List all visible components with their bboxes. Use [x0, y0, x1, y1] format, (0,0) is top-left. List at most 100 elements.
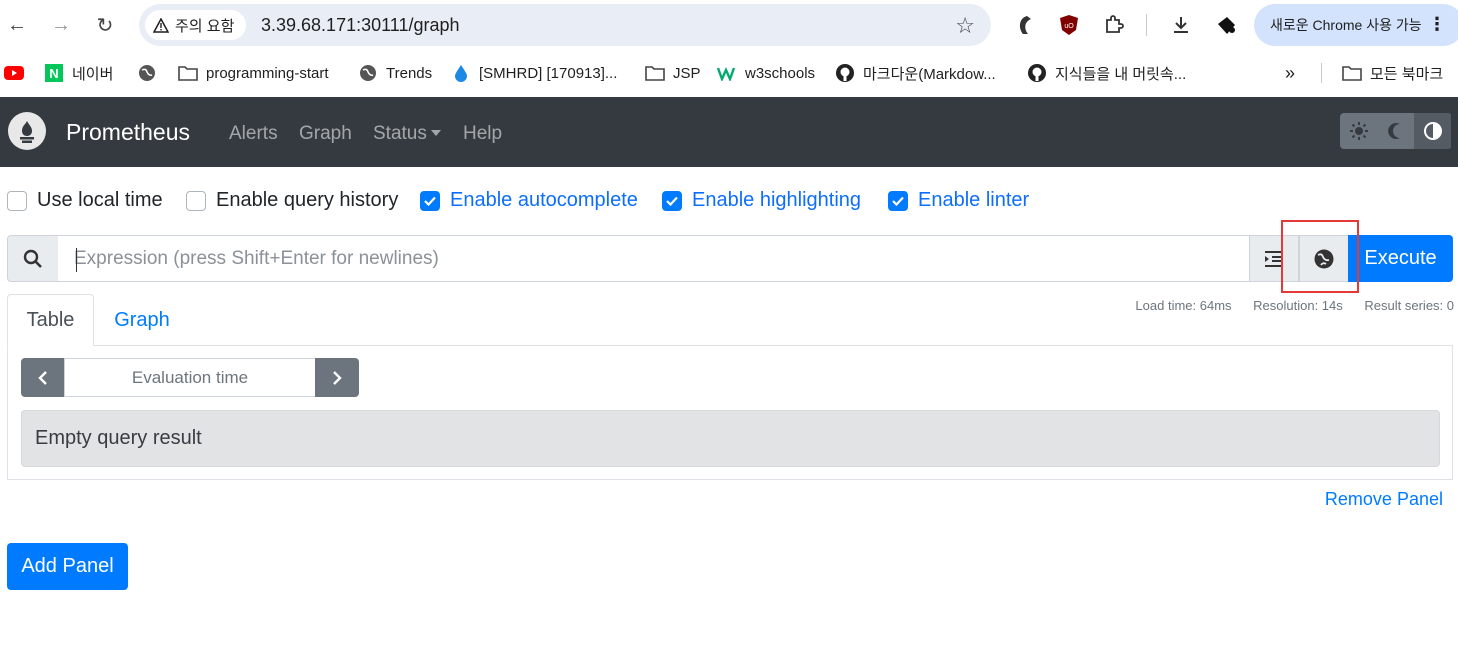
prometheus-navbar: Prometheus Alerts Graph Status Help: [0, 97, 1458, 167]
bookmark-naver[interactable]: N 네이버: [44, 62, 113, 84]
text-cursor: [76, 248, 77, 272]
bookmark-jsp[interactable]: JSP: [645, 62, 701, 84]
bookmark-smhrd[interactable]: [SMHRD] [170913]...: [451, 62, 617, 84]
github-icon: [1027, 63, 1047, 83]
moon-icon: [1387, 123, 1400, 139]
warning-icon: [153, 17, 169, 33]
checkbox-linter[interactable]: [888, 190, 908, 211]
expression-input[interactable]: Expression (press Shift+Enter for newlin…: [58, 235, 1250, 282]
light-theme-button[interactable]: [1340, 113, 1377, 149]
option-label: Use local time: [37, 189, 163, 211]
nav-help[interactable]: Help: [463, 123, 502, 145]
dark-theme-button[interactable]: [1377, 113, 1414, 149]
back-icon[interactable]: ←: [4, 12, 30, 38]
option-autocomplete[interactable]: Enable autocomplete: [420, 189, 638, 212]
bookmark-trends[interactable]: Trends: [358, 62, 432, 84]
chevron-right-icon: [333, 370, 342, 385]
download-icon[interactable]: [1168, 12, 1194, 38]
empty-result-alert: Empty query result: [21, 410, 1440, 467]
extension-leaf-icon[interactable]: [1012, 12, 1038, 38]
option-label: Enable linter: [918, 189, 1030, 211]
annotation-highlight-box: [1281, 220, 1359, 293]
more-menu-icon[interactable]: ⋮: [1428, 14, 1446, 35]
option-label: Enable autocomplete: [450, 189, 638, 211]
evaluation-time-input[interactable]: Evaluation time: [64, 358, 316, 397]
url-text[interactable]: 3.39.68.171:30111/graph: [261, 15, 460, 36]
extensions-puzzle-icon[interactable]: [1101, 12, 1127, 38]
toolbar-divider: [1146, 14, 1147, 36]
expression-bar: Expression (press Shift+Enter for newlin…: [7, 235, 1453, 282]
checkbox-autocomplete[interactable]: [420, 190, 440, 211]
eval-next-button[interactable]: [315, 358, 359, 397]
update-label: 새로운 Chrome 사용 가능: [1270, 17, 1422, 33]
query-panel: Evaluation time Empty query result: [7, 345, 1453, 480]
bookmark-label: 모든 북마크: [1370, 65, 1444, 83]
option-use-local-time[interactable]: Use local time: [7, 189, 163, 212]
bookmark-label: Trends: [386, 64, 433, 82]
bookmark-star-icon[interactable]: ☆: [955, 13, 975, 39]
folder-icon: [178, 63, 198, 83]
bookmark-label: 마크다운(Markdow...: [863, 65, 996, 83]
auto-theme-button[interactable]: [1414, 113, 1451, 149]
result-series: Result series: 0: [1364, 298, 1454, 313]
eval-prev-button[interactable]: [21, 358, 65, 397]
tab-graph[interactable]: Graph: [94, 294, 190, 346]
check-icon: [892, 196, 904, 206]
bookmark-all[interactable]: 모든 북마크: [1342, 62, 1443, 84]
option-label: Enable highlighting: [692, 189, 862, 211]
option-query-history[interactable]: Enable query history: [186, 189, 398, 212]
checkbox-highlighting[interactable]: [662, 190, 682, 211]
bookmarks-bar: N 네이버 programming-start Trends [SMHRD] […: [0, 50, 1458, 94]
overflow-chevron-icon[interactable]: »: [1285, 62, 1295, 84]
globe-icon: [358, 63, 378, 83]
search-icon: [7, 235, 59, 282]
contrast-icon: [1423, 122, 1442, 140]
evaluation-time-group: Evaluation time: [21, 358, 359, 397]
caret-down-icon: [430, 130, 441, 136]
nav-status[interactable]: Status: [373, 123, 441, 145]
folder-icon: [1342, 63, 1362, 83]
bookmark-youtube[interactable]: [4, 62, 32, 84]
bookmark-markdown[interactable]: 마크다운(Markdow...: [835, 62, 996, 84]
expression-placeholder: Expression (press Shift+Enter for newlin…: [74, 247, 439, 269]
add-panel-button[interactable]: Add Panel: [7, 543, 128, 590]
forward-icon[interactable]: →: [48, 12, 74, 38]
bookmark-label: programming-start: [206, 64, 329, 82]
remove-panel-link[interactable]: Remove Panel: [1325, 489, 1443, 510]
svg-text:uO: uO: [1064, 23, 1074, 30]
option-linter[interactable]: Enable linter: [888, 189, 1029, 212]
bookmark-label: [SMHRD] [170913]...: [479, 64, 618, 82]
bird-extension-icon[interactable]: [1213, 12, 1239, 38]
bookmark-w3schools[interactable]: w3schools: [717, 62, 815, 84]
bookmark-globe[interactable]: [137, 62, 165, 84]
checkbox-query-history[interactable]: [186, 190, 206, 211]
naver-icon: N: [44, 63, 64, 83]
drop-icon: [451, 63, 471, 83]
ublock-icon[interactable]: uO: [1056, 12, 1082, 38]
youtube-icon: [4, 63, 24, 83]
theme-toggle-group: [1340, 113, 1452, 149]
bookmark-label: w3schools: [745, 64, 816, 82]
bookmark-label: 네이버: [72, 65, 114, 83]
reload-icon[interactable]: ↻: [92, 12, 118, 38]
security-chip[interactable]: 주의 요함: [145, 10, 247, 40]
prometheus-logo-icon[interactable]: [8, 112, 46, 150]
address-bar[interactable]: 주의 요함 3.39.68.171:30111/graph ☆: [139, 4, 991, 46]
check-icon: [424, 196, 436, 206]
nav-graph[interactable]: Graph: [299, 123, 352, 145]
brand-title[interactable]: Prometheus: [66, 119, 190, 146]
bookmark-knowledge[interactable]: 지식들을 내 머릿속...: [1027, 62, 1186, 84]
checkbox-use-local-time[interactable]: [7, 190, 27, 211]
bookmark-programming-start[interactable]: programming-start: [178, 62, 329, 84]
nav-alerts[interactable]: Alerts: [229, 123, 278, 145]
option-highlighting[interactable]: Enable highlighting: [662, 189, 861, 212]
chrome-update-button[interactable]: 새로운 Chrome 사용 가능 ⋮: [1254, 4, 1458, 46]
resolution: Resolution: 14s: [1253, 298, 1343, 313]
tab-table[interactable]: Table: [7, 294, 94, 346]
security-label: 주의 요함: [175, 17, 235, 35]
globe-icon: [137, 63, 157, 83]
chevron-left-icon: [38, 370, 47, 385]
execute-button[interactable]: Execute: [1348, 235, 1453, 282]
browser-toolbar: ← → ↻ 주의 요함 3.39.68.171:30111/graph ☆ uO…: [0, 0, 1458, 50]
bookmark-label: 지식들을 내 머릿속...: [1055, 65, 1187, 83]
